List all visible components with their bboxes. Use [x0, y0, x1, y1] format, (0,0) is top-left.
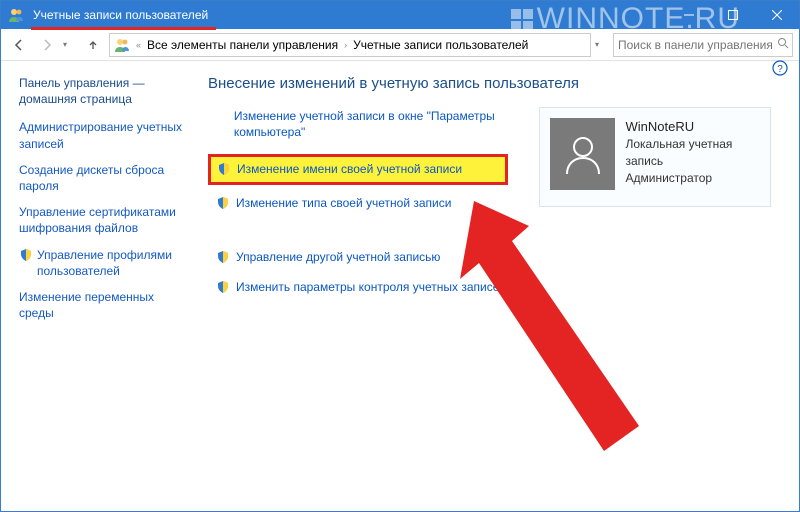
search-box[interactable] — [613, 33, 793, 57]
shield-icon — [216, 250, 230, 264]
sidebar-link-password-reset-disk[interactable]: Создание дискеты сброса пароля — [19, 162, 186, 194]
breadcrumb[interactable]: « Все элементы панели управления › Учетн… — [109, 33, 591, 57]
user-account-type: Локальная учетная запись — [625, 136, 760, 170]
link-change-in-settings[interactable]: Изменение учетной записи в окне "Парамет… — [216, 108, 518, 140]
back-button[interactable] — [7, 33, 31, 57]
user-name: WinNoteRU — [625, 118, 760, 136]
path-dropdown[interactable]: ▾ — [595, 40, 609, 49]
sidebar-link-admin-accounts[interactable]: Администрирование учетных записей — [19, 119, 186, 151]
content-area: Панель управления — домашняя страница Ад… — [1, 61, 799, 511]
close-button[interactable] — [755, 1, 799, 29]
user-accounts-titlebar-icon — [7, 6, 25, 24]
forward-button[interactable] — [35, 33, 59, 57]
user-accounts-path-icon — [114, 37, 130, 53]
up-button[interactable] — [81, 33, 105, 57]
sidebar-link-encryption-certs[interactable]: Управление сертификатами шифрования файл… — [19, 204, 186, 236]
shield-icon — [217, 162, 231, 176]
address-bar: ▾ « Все элементы панели управления › Уче… — [1, 29, 799, 61]
chevron-right-icon: › — [344, 40, 347, 50]
task-links: Изменение учетной записи в окне "Парамет… — [208, 108, 518, 295]
link-rename-account[interactable]: Изменение имени своей учетной записи — [217, 161, 499, 177]
crumb-all-items[interactable]: Все элементы панели управления — [147, 38, 338, 52]
shield-icon — [216, 280, 230, 294]
sidebar-link-env-vars[interactable]: Изменение переменных среды — [19, 289, 186, 321]
link-manage-other-accounts[interactable]: Управление другой учетной записью — [216, 249, 518, 265]
link-change-account-type[interactable]: Изменение типа своей учетной записи — [216, 195, 518, 211]
avatar — [550, 118, 615, 190]
shield-icon — [216, 196, 230, 210]
title-bar: Учетные записи пользователей — [1, 1, 799, 29]
shield-icon — [19, 248, 33, 262]
link-uac-settings[interactable]: Изменить параметры контроля учетных запи… — [216, 279, 518, 295]
help-icon[interactable]: ? — [772, 60, 790, 78]
sidebar-home-link[interactable]: Панель управления — домашняя страница — [19, 75, 186, 107]
user-card: WinNoteRU Локальная учетная запись Админ… — [539, 107, 771, 207]
sidebar-link-user-profiles[interactable]: Управление профилями пользователей — [19, 247, 186, 279]
main-panel: Внесение изменений в учетную запись поль… — [196, 61, 799, 511]
annotation-highlight: Изменение имени своей учетной записи — [208, 154, 508, 184]
maximize-button[interactable] — [711, 1, 755, 29]
minimize-button[interactable] — [667, 1, 711, 29]
history-dropdown[interactable]: ▾ — [63, 40, 77, 49]
control-panel-window: Учетные записи пользователей WINNOTE.RU … — [0, 0, 800, 512]
sidebar: Панель управления — домашняя страница Ад… — [1, 61, 196, 511]
window-title: Учетные записи пользователей — [31, 8, 210, 22]
crumb-current[interactable]: Учетные записи пользователей — [353, 38, 528, 52]
user-role: Администратор — [625, 170, 760, 187]
chevron-left-icon: « — [136, 40, 141, 50]
user-card-text: WinNoteRU Локальная учетная запись Админ… — [625, 118, 760, 196]
page-title: Внесение изменений в учетную запись поль… — [208, 75, 791, 92]
svg-text:?: ? — [777, 64, 783, 75]
search-input[interactable] — [618, 38, 773, 52]
search-icon — [777, 37, 789, 52]
annotation-underline — [31, 27, 216, 30]
